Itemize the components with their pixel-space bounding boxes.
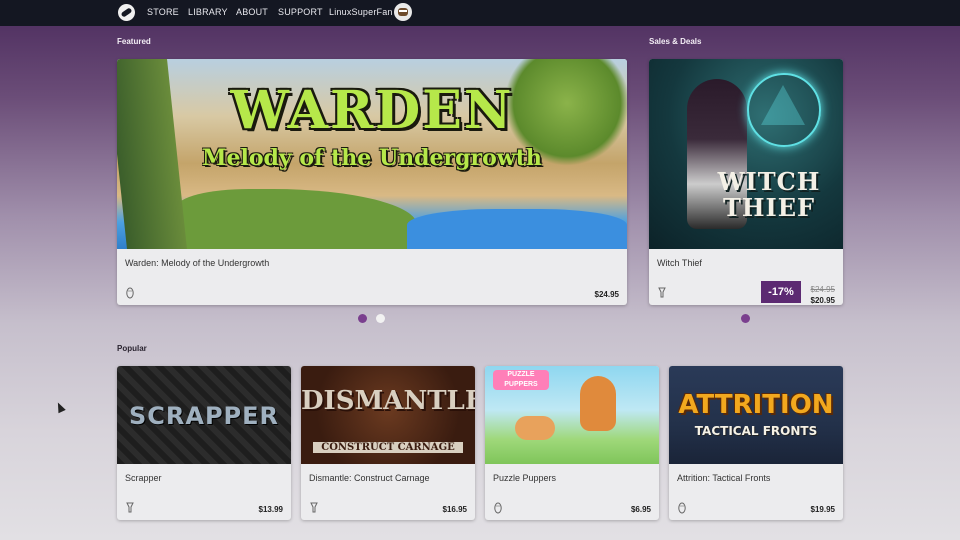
nav-username[interactable]: LinuxSuperFan: [329, 7, 393, 17]
featured-carousel-dot-2[interactable]: [376, 314, 385, 323]
linux-penguin-icon: [678, 502, 686, 514]
user-avatar[interactable]: [394, 3, 412, 21]
sales-heading: Sales & Deals: [649, 37, 702, 46]
game-title: Puzzle Puppers: [493, 473, 557, 483]
store-logo-icon[interactable]: [118, 4, 135, 21]
popular-game-card-puzzle-puppers[interactable]: PUZZLE PUPPERS Puzzle Puppers $6.95: [485, 366, 659, 520]
steam-pipe-icon: [310, 502, 318, 513]
scrapper-art: SCRAPPER: [117, 366, 291, 464]
game-price: $16.95: [442, 505, 467, 514]
game-title: Attrition: Tactical Fronts: [677, 473, 771, 483]
game-title: Dismantle: Construct Carnage: [309, 473, 430, 483]
popular-game-card-dismantle[interactable]: DISMANTLE CONSTRUCT CARNAGE Dismantle: C…: [301, 366, 475, 520]
puzzle-puppers-logo: PUZZLE PUPPERS: [493, 370, 549, 390]
steam-pipe-icon: [126, 502, 134, 513]
sale-price: $20.95: [810, 296, 835, 305]
warden-logo-subtitle: Melody of the Undergrowth: [202, 145, 542, 171]
featured-game-art: WARDEN Melody of the Undergrowth: [117, 59, 627, 249]
attrition-logo-sub: TACTICAL FRONTS: [694, 424, 818, 438]
game-price: $13.99: [258, 505, 283, 514]
steam-pipe-icon: [658, 287, 666, 298]
attrition-logo: ATTRITION: [678, 390, 834, 420]
dog-illustration: [580, 376, 616, 431]
sale-game-title: Witch Thief: [657, 258, 702, 268]
dismantle-logo: DISMANTLE: [301, 386, 475, 416]
nav-support[interactable]: SUPPORT: [278, 7, 323, 17]
game-price: $6.95: [630, 505, 651, 514]
sigil-icon: [747, 73, 821, 147]
nav-store[interactable]: STORE: [147, 7, 179, 17]
witch-logo-line2: THIEF: [722, 193, 816, 222]
witch-logo-line1: WITCH: [717, 167, 821, 196]
featured-game-price: $24.95: [594, 290, 619, 299]
puzzle-puppers-art: PUZZLE PUPPERS: [485, 366, 659, 464]
nav-about[interactable]: ABOUT: [236, 7, 268, 17]
linux-penguin-icon: [126, 287, 134, 299]
sale-game-art: WITCH THIEF: [649, 59, 843, 249]
popular-game-card-scrapper[interactable]: SCRAPPER Scrapper $13.99: [117, 366, 291, 520]
linux-penguin-icon: [494, 502, 502, 514]
dismantle-art: DISMANTLE CONSTRUCT CARNAGE: [301, 366, 475, 464]
attrition-art: ATTRITION TACTICAL FRONTS: [669, 366, 843, 464]
original-price: $24.95: [810, 285, 835, 294]
discount-badge: -17%: [761, 281, 801, 303]
top-nav-bar: STORE LIBRARY ABOUT SUPPORT LinuxSuperFa…: [0, 0, 960, 26]
featured-carousel-dot-1[interactable]: [358, 314, 367, 323]
warden-logo-title: WARDEN: [230, 80, 514, 141]
game-title: Scrapper: [125, 473, 162, 483]
featured-heading: Featured: [117, 37, 151, 46]
featured-game-title: Warden: Melody of the Undergrowth: [125, 258, 270, 268]
nav-library[interactable]: LIBRARY: [188, 7, 228, 17]
dismantle-logo-sub: CONSTRUCT CARNAGE: [313, 442, 463, 453]
featured-game-card[interactable]: WARDEN Melody of the Undergrowth Warden:…: [117, 59, 627, 305]
sale-game-card[interactable]: WITCH THIEF Witch Thief -17% $24.95 $20.…: [649, 59, 843, 305]
popular-game-card-attrition[interactable]: ATTRITION TACTICAL FRONTS Attrition: Tac…: [669, 366, 843, 520]
popular-heading: Popular: [117, 344, 147, 353]
sales-carousel-dot-1[interactable]: [741, 314, 750, 323]
game-price: $19.95: [810, 505, 835, 514]
mouse-cursor-icon: [54, 400, 66, 414]
scrapper-logo: SCRAPPER: [128, 402, 279, 430]
